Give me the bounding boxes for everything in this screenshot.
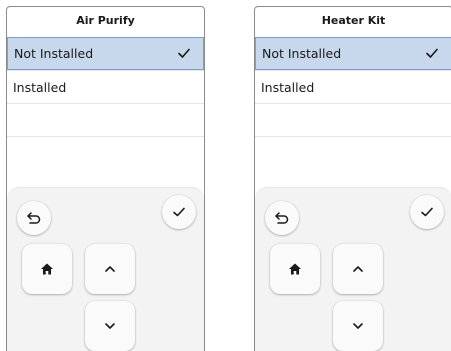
back-button[interactable] — [17, 201, 51, 235]
option-installed[interactable]: Installed — [255, 70, 451, 103]
home-button[interactable] — [270, 244, 320, 294]
panel-title: Air Purify — [76, 14, 135, 27]
home-icon — [289, 263, 301, 275]
option-label: Not Installed — [262, 46, 342, 61]
option-installed[interactable]: Installed — [7, 70, 204, 103]
back-arrow-icon — [275, 212, 289, 224]
panel-title: Heater Kit — [321, 14, 386, 27]
check-icon — [178, 48, 190, 58]
option-empty-row — [7, 103, 204, 136]
chevron-up-icon — [105, 266, 115, 272]
check-icon — [426, 48, 438, 58]
option-list: Not Installed Installed — [7, 37, 204, 169]
air-purify-panel: Air Purify Not Installed Installed — [6, 6, 205, 351]
remote-control-pad — [255, 187, 451, 351]
chevron-down-icon — [105, 323, 115, 329]
up-button[interactable] — [85, 244, 135, 294]
heater-kit-panel: Heater Kit Not Installed Installed — [254, 6, 451, 351]
home-icon — [41, 263, 53, 275]
back-arrow-icon — [27, 212, 41, 224]
checkmark-icon — [173, 207, 185, 217]
home-button[interactable] — [22, 244, 72, 294]
option-label: Installed — [13, 79, 67, 95]
option-not-installed[interactable]: Not Installed — [255, 37, 451, 70]
option-label: Not Installed — [14, 46, 94, 61]
chevron-up-icon — [353, 266, 363, 272]
option-not-installed[interactable]: Not Installed — [7, 37, 204, 70]
option-empty-row — [255, 103, 451, 136]
confirm-button[interactable] — [410, 195, 444, 229]
remote-control-pad — [7, 187, 204, 351]
chevron-down-icon — [353, 323, 363, 329]
back-button[interactable] — [265, 201, 299, 235]
option-list: Not Installed Installed — [255, 37, 451, 169]
checkmark-icon — [421, 207, 433, 217]
option-empty-row — [7, 136, 204, 169]
confirm-button[interactable] — [162, 195, 196, 229]
down-button[interactable] — [333, 301, 383, 351]
down-button[interactable] — [85, 301, 135, 351]
option-label: Installed — [261, 79, 315, 95]
option-empty-row — [255, 136, 451, 169]
up-button[interactable] — [333, 244, 383, 294]
